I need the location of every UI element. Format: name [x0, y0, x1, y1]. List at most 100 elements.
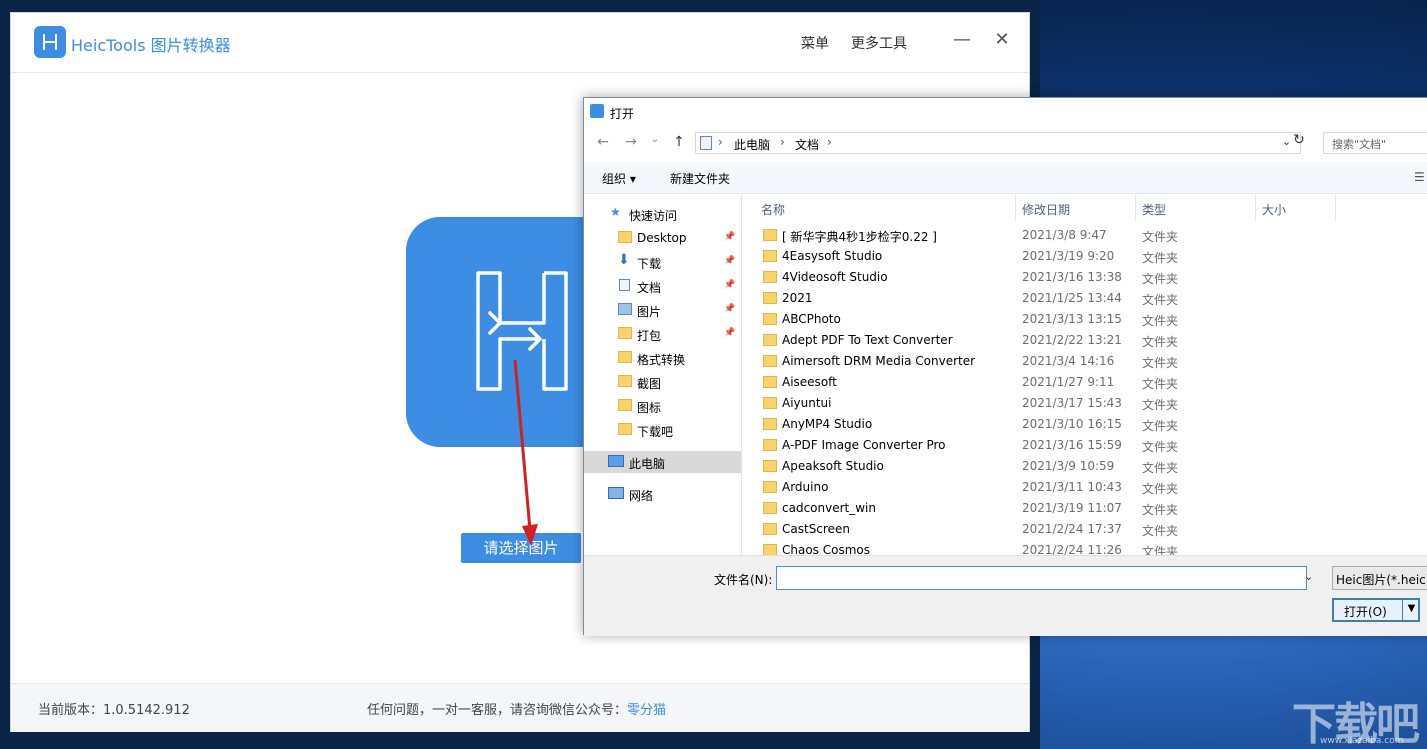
breadcrumb-documents[interactable]: 文档	[795, 136, 819, 153]
nav-item-screenshots[interactable]: 截图	[584, 371, 741, 393]
open-button[interactable]: 打开(O) ▼	[1332, 598, 1420, 622]
new-folder-button[interactable]: 新建文件夹	[670, 170, 730, 187]
folder-icon	[763, 439, 777, 451]
folder-icon	[763, 334, 777, 346]
app-title: HeicTools 图片转换器	[71, 36, 231, 55]
folder-icon	[763, 460, 777, 472]
view-options-icon[interactable]: ☰	[1414, 170, 1425, 184]
file-row[interactable]: AnyMP4 Studio 2021/3/10 16:15 文件夹	[743, 414, 1427, 435]
nav-item-documents[interactable]: 文档 📌	[584, 275, 741, 297]
nav-item-this-pc[interactable]: 此电脑	[584, 451, 741, 473]
file-date: 2021/2/22 13:21	[1022, 333, 1122, 347]
file-name: Aiyuntui	[782, 396, 832, 410]
folder-icon	[618, 375, 632, 387]
nav-item-network[interactable]: 网络	[584, 483, 741, 505]
folder-icon	[763, 544, 777, 555]
file-row[interactable]: Aimersoft DRM Media Converter 2021/3/4 14…	[743, 351, 1427, 372]
file-name: A-PDF Image Converter Pro	[782, 438, 946, 452]
file-name: ABCPhoto	[782, 312, 841, 326]
nav-item-label: 格式转换	[637, 353, 686, 367]
nav-item-desktop[interactable]: Desktop 📌	[584, 227, 741, 249]
more-tools-button[interactable]: 更多工具	[851, 33, 907, 53]
column-divider[interactable]	[1255, 195, 1256, 221]
file-name: Apeaksoft Studio	[782, 459, 884, 473]
nav-item-label: Desktop	[637, 231, 687, 245]
file-row[interactable]: 2021 2021/1/25 13:44 文件夹	[743, 288, 1427, 309]
column-type[interactable]: 类型	[1142, 201, 1166, 218]
column-divider[interactable]	[1015, 195, 1016, 221]
file-row[interactable]: Aiyuntui 2021/3/17 15:43 文件夹	[743, 393, 1427, 414]
search-input[interactable]: 搜索"文档"	[1323, 132, 1427, 154]
close-icon[interactable]: ✕	[991, 29, 1013, 51]
file-name: Aimersoft DRM Media Converter	[782, 354, 976, 368]
nav-item-label: 网络	[629, 489, 654, 503]
column-name[interactable]: 名称	[761, 201, 785, 218]
file-row[interactable]: Apeaksoft Studio 2021/3/9 10:59 文件夹	[743, 456, 1427, 477]
back-arrow-icon[interactable]: ←	[594, 134, 612, 152]
recent-locations-chevron-icon[interactable]: ⌄	[646, 134, 664, 152]
folder-icon	[763, 481, 777, 493]
pin-icon: 📌	[724, 328, 736, 338]
menu-button[interactable]: 菜单	[801, 33, 829, 53]
refresh-icon[interactable]: ↻	[1286, 132, 1312, 154]
open-split-dropdown-icon[interactable]: ▼	[1402, 598, 1420, 622]
pin-icon: 📌	[724, 280, 736, 290]
file-list-header: ^ 名称 修改日期 类型 大小	[743, 195, 1427, 221]
network-icon	[608, 487, 624, 499]
wechat-account-link[interactable]: 零分猫	[627, 703, 666, 718]
file-name: Aiseesoft	[782, 375, 837, 389]
file-row[interactable]: ABCPhoto 2021/3/13 13:15 文件夹	[743, 309, 1427, 330]
file-row[interactable]: Arduino 2021/3/11 10:43 文件夹	[743, 477, 1427, 498]
folder-icon	[763, 523, 777, 535]
file-name: AnyMP4 Studio	[782, 417, 873, 431]
nav-item-pictures[interactable]: 图片 📌	[584, 299, 741, 321]
file-type-filter[interactable]: Heic图片(*.heic)	[1332, 566, 1427, 590]
file-row[interactable]: A-PDF Image Converter Pro 2021/3/16 15:59…	[743, 435, 1427, 456]
minimize-icon[interactable]: —	[951, 29, 973, 51]
column-size[interactable]: 大小	[1262, 201, 1286, 218]
address-bar[interactable]: › 此电脑 › 文档 › ⌄	[695, 132, 1301, 154]
nav-item-format-convert[interactable]: 格式转换	[584, 347, 741, 369]
file-date: 2021/3/11 10:43	[1022, 480, 1122, 494]
file-row[interactable]: cadconvert_win 2021/3/19 11:07 文件夹	[743, 498, 1427, 519]
select-image-button[interactable]: 请选择图片	[461, 533, 581, 563]
file-date: 2021/3/16 15:59	[1022, 438, 1122, 452]
app-footer: 当前版本：1.0.5142.912 任何问题，一对一客服，请咨询微信公众号：零分…	[11, 683, 1029, 732]
document-icon	[619, 279, 630, 291]
nav-item-quick-access[interactable]: ★ 快速访问	[584, 203, 741, 225]
folder-icon	[763, 397, 777, 409]
app-header: HeicTools 图片转换器 菜单 更多工具 — ✕	[11, 13, 1029, 73]
filename-input[interactable]	[776, 566, 1307, 590]
file-date: 2021/3/8 9:47	[1022, 228, 1107, 242]
column-divider[interactable]	[1135, 195, 1136, 221]
nav-item-icons[interactable]: 图标	[584, 395, 741, 417]
file-row[interactable]: Chaos Cosmos 2021/2/24 11:26 文件夹	[743, 540, 1427, 555]
nav-item-downloads[interactable]: ⬇ 下载 📌	[584, 251, 741, 273]
organize-menu[interactable]: 组织 ▾	[602, 170, 636, 187]
documents-location-icon	[700, 136, 712, 150]
forward-arrow-icon[interactable]: →	[622, 134, 640, 152]
nav-item-label: 文档	[637, 281, 662, 295]
nav-item-label: 图标	[637, 401, 662, 415]
nav-item-package[interactable]: 打包 📌	[584, 323, 741, 345]
file-date: 2021/3/16 13:38	[1022, 270, 1122, 284]
up-arrow-icon[interactable]: ↑	[670, 134, 688, 152]
nav-item-xiazaiba[interactable]: 下载吧	[584, 419, 741, 441]
file-date: 2021/3/19 11:07	[1022, 501, 1122, 515]
file-row[interactable]: CastScreen 2021/2/24 17:37 文件夹	[743, 519, 1427, 540]
file-row[interactable]: Aiseesoft 2021/1/27 9:11 文件夹	[743, 372, 1427, 393]
file-row[interactable]: Adept PDF To Text Converter 2021/2/22 13:…	[743, 330, 1427, 351]
file-name: 4Videosoft Studio	[782, 270, 888, 284]
column-date[interactable]: 修改日期	[1022, 201, 1070, 218]
file-date: 2021/1/25 13:44	[1022, 291, 1122, 305]
nav-item-label: 下载	[637, 257, 662, 271]
file-row[interactable]: [ 新华字典4秒1步检字0.22 ] 2021/3/8 9:47 文件夹	[743, 225, 1427, 246]
file-name: Adept PDF To Text Converter	[782, 333, 953, 347]
file-name: Arduino	[782, 480, 829, 494]
navigation-pane: ★ 快速访问 Desktop 📌 ⬇ 下载 📌 文档 📌 图片 📌 打包 📌 格…	[584, 195, 742, 555]
file-row[interactable]: 4Easysoft Studio 2021/3/19 9:20 文件夹	[743, 246, 1427, 267]
breadcrumb-this-pc[interactable]: 此电脑	[734, 136, 770, 153]
filename-dropdown-icon[interactable]: ⌄	[1304, 570, 1313, 583]
file-row[interactable]: 4Videosoft Studio 2021/3/16 13:38 文件夹	[743, 267, 1427, 288]
column-divider[interactable]	[1335, 195, 1336, 221]
